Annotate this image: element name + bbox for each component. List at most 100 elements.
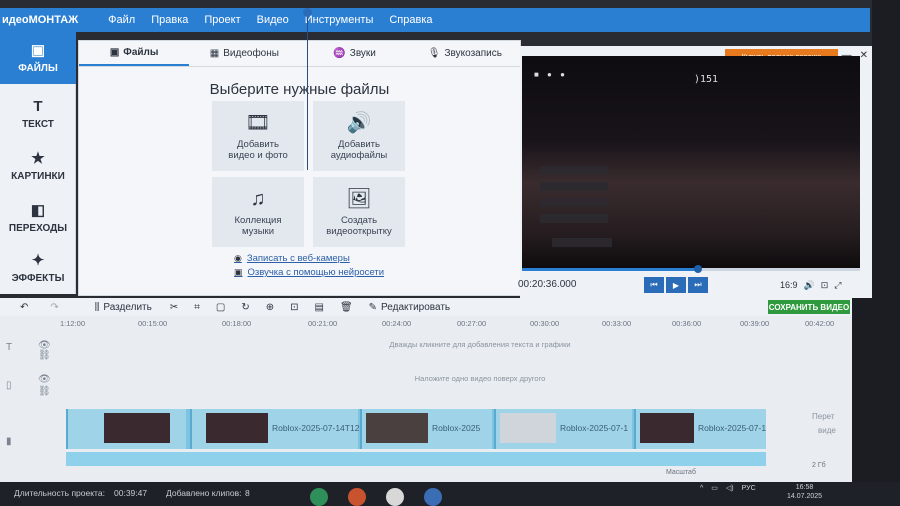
split-button[interactable]: ⫼ Разделить	[95, 302, 152, 313]
image-icon: ▣	[30, 42, 46, 59]
split-icon: ⫼	[94, 301, 100, 313]
app-taskbar-icon[interactable]	[348, 488, 366, 506]
video-clip[interactable]: Roblox-2025-07-14T12	[190, 409, 359, 449]
aspect-ratio-select[interactable]: 16:9	[780, 280, 798, 291]
game-ui-bar	[540, 198, 608, 207]
network-icon[interactable]: ▭	[711, 484, 718, 492]
ruler-tick: 00:24:00	[382, 319, 412, 328]
save-video-button[interactable]: СОХРАНИТЬ ВИДЕО	[768, 300, 850, 314]
add-video-photo-button[interactable]: 🎞 Добавить видео и фото	[212, 101, 304, 171]
hud-text: )151	[694, 74, 719, 85]
menu-file[interactable]: Файл	[100, 14, 143, 26]
sidebar-item-label: ПЕРЕХОДЫ	[8, 223, 68, 234]
language-indicator[interactable]: РУС	[742, 485, 756, 492]
volume-icon[interactable]: ◁)	[726, 484, 734, 492]
playhead-handle[interactable]	[303, 8, 312, 17]
tab-recording[interactable]: 🎙 Звукозапись	[410, 41, 520, 66]
menu-help[interactable]: Справка	[381, 14, 440, 26]
fullscreen-icon[interactable]: ⤢	[834, 280, 841, 291]
sidebar-item-files[interactable]: ▣ ФАЙЛЫ	[0, 32, 76, 84]
redo-icon[interactable]: ↷	[50, 302, 58, 313]
timeline[interactable]: 1:12:00 00:15:00 00:18:00 00:21:00 00:24…	[0, 316, 852, 482]
playhead[interactable]	[303, 8, 312, 170]
progress-handle[interactable]	[693, 265, 702, 273]
video-clip[interactable]: Roblox-2025-07-1	[494, 409, 632, 449]
screen-bezel	[852, 298, 900, 482]
properties-icon[interactable]: ▤	[314, 302, 323, 313]
sidebar-item-label: ТЕКСТ	[22, 119, 54, 130]
clip-label: Roblox-2025	[432, 423, 481, 433]
crop-icon[interactable]: ⌗	[194, 302, 200, 313]
audio-track[interactable]	[66, 452, 766, 466]
tab-sounds[interactable]: ♒ Звуки	[300, 41, 410, 66]
add-audio-button[interactable]: 🔊 Добавить аудиофайлы	[313, 101, 405, 171]
yandex-browser-icon[interactable]	[386, 488, 404, 506]
menu-project[interactable]: Проект	[196, 14, 248, 26]
link-label: Озвучка с помощью нейросети	[247, 267, 385, 278]
chevron-up-icon[interactable]: ^	[700, 485, 703, 492]
tab-backgrounds[interactable]: ▦ Видеофоны	[189, 41, 299, 66]
text-track-icon: T	[6, 342, 13, 353]
undo-icon[interactable]: ↶	[20, 302, 28, 313]
status-bar: Длительность проекта: 00:39:47 Добавлено…	[0, 482, 900, 506]
edit-button[interactable]: ✎ Редактировать	[369, 302, 450, 313]
snapshot-icon[interactable]: ⊡	[821, 280, 829, 291]
waveform-icon: ♒	[333, 48, 346, 59]
sidebar-item-transitions[interactable]: ◧ ПЕРЕХОДЫ	[0, 192, 76, 244]
film-icon: 🎞	[245, 111, 271, 134]
app-taskbar-icon[interactable]	[310, 488, 328, 506]
cut-icon[interactable]: ✂	[170, 302, 178, 313]
sidebar-item-pictures[interactable]: ★ КАРТИНКИ	[0, 140, 76, 192]
volume-icon[interactable]: 🔊	[804, 280, 815, 291]
tile-label: Коллекция	[234, 214, 282, 226]
sidebar-item-effects[interactable]: ✦ ЭФФЕКТЫ	[0, 242, 76, 294]
video-preview[interactable]: ■ ● ● )151	[522, 56, 860, 268]
neural-voiceover-link[interactable]: ▣ Озвучка с помощью нейросети	[234, 267, 384, 278]
trash-icon[interactable]: 🗑	[340, 302, 353, 313]
close-icon[interactable]: ✕	[860, 50, 868, 61]
overlay-track-hint[interactable]: Наложите одно видео поверх другого	[200, 374, 760, 383]
sidebar-item-text[interactable]: T ТЕКСТ	[0, 88, 76, 140]
taskbar-clock[interactable]: 16:58 14.07.2025	[787, 483, 822, 501]
text-track-hint[interactable]: Дважды кликните для добавления текста и …	[200, 340, 760, 349]
link-icon[interactable]: ⛓	[38, 350, 51, 361]
ruler-tick: 00:33:00	[602, 319, 632, 328]
webcam-icon: ◉	[234, 253, 242, 263]
playback-progress-bar[interactable]	[522, 265, 860, 273]
video-clip[interactable]	[66, 409, 186, 449]
tile-label: Добавить	[338, 138, 380, 150]
clip-thumbnail	[640, 413, 694, 443]
files-panel: ▣ Файлы ▦ Видеофоны ♒ Звуки 🎙 Звукозапис…	[78, 40, 521, 296]
menu-edit[interactable]: Правка	[143, 14, 196, 26]
tab-files[interactable]: ▣ Файлы	[79, 41, 190, 66]
current-time: 00:20:36.000	[518, 279, 577, 290]
create-postcard-button[interactable]: 🖼 Создать видеооткрытку	[313, 177, 405, 247]
app-taskbar-icon[interactable]	[424, 488, 442, 506]
ruler-tick: 00:36:00	[672, 319, 702, 328]
menu-video[interactable]: Видео	[249, 14, 297, 26]
rotate-icon[interactable]: ↻	[241, 302, 249, 313]
time-ruler[interactable]: 1:12:00 00:15:00 00:18:00 00:21:00 00:24…	[60, 318, 850, 330]
game-ui-bar	[540, 214, 608, 223]
sidebar-item-label: ФАЙЛЫ	[18, 63, 58, 74]
video-track[interactable]: Roblox-2025-07-14T12 Roblox-2025 Roblox-…	[66, 409, 766, 449]
skip-back-button[interactable]: ⏮	[644, 277, 664, 293]
star-icon: ★	[31, 150, 45, 167]
webcam-record-link[interactable]: ◉ Записать с веб-камеры	[234, 253, 350, 264]
video-clip[interactable]: Roblox-2025	[360, 409, 492, 449]
eye-icon[interactable]: 👁	[38, 374, 51, 385]
play-button[interactable]: ▶	[666, 277, 686, 293]
clips-value: 8	[245, 488, 250, 498]
skip-forward-button[interactable]: ⏭	[688, 277, 708, 293]
link-icon[interactable]: ⛓	[38, 386, 51, 397]
music-collection-button[interactable]: ♫ Коллекция музыки	[212, 177, 304, 247]
system-tray: ^ ▭ ◁) РУС	[700, 484, 756, 493]
video-clip[interactable]: Roblox-2025-07-1	[634, 409, 766, 449]
sidebar-item-label: КАРТИНКИ	[11, 171, 65, 182]
stabilize-icon[interactable]: ⊡	[290, 302, 298, 313]
frame-icon[interactable]: ▢	[216, 302, 225, 313]
clip-thumbnail	[206, 413, 268, 443]
edit-label: Редактировать	[381, 301, 451, 313]
zoom-icon[interactable]: ⊕	[266, 302, 274, 313]
audio-file-icon: 🔊	[346, 111, 372, 134]
